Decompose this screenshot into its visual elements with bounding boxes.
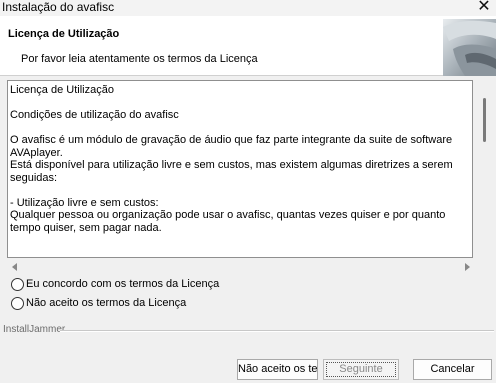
license-text-area[interactable]: Licença de Utilização Condições de utili… [7,80,473,258]
accept-license-label: Eu concordo com os termos da Licença [26,278,220,290]
radio-button[interactable] [11,296,24,310]
decline-license-radio[interactable]: Não aceito os termos da Licença [11,296,186,310]
decline-license-label: Não aceito os termos da Licença [26,297,187,309]
vertical-scrollbar-thumb[interactable] [483,98,486,142]
decline-button[interactable]: Não aceito os te [237,359,318,380]
cancel-button[interactable]: Cancelar [413,359,492,380]
title-bar: Instalação do avafisc ✕ [0,0,496,16]
close-icon[interactable]: ✕ [472,0,496,16]
next-button[interactable]: Seguinte [323,359,399,380]
installer-brand-label: InstallJammer [3,324,66,335]
scroll-left-arrow-icon[interactable] [11,262,19,272]
focus-outline [326,362,396,377]
footer-divider [60,330,494,332]
window-title: Instalação do avafisc [2,0,115,14]
installer-logo-image [443,19,496,76]
radio-button[interactable] [11,277,24,291]
scroll-right-arrow-icon[interactable] [463,262,471,272]
license-text: Licença de Utilização Condições de utili… [10,84,453,234]
page-subtitle: Por favor leia atentamente os termos da … [21,53,258,65]
page-title: Licença de Utilização [8,28,120,40]
accept-license-radio[interactable]: Eu concordo com os termos da Licença [11,277,219,291]
page-header: Licença de Utilização Por favor leia ate… [0,16,496,76]
